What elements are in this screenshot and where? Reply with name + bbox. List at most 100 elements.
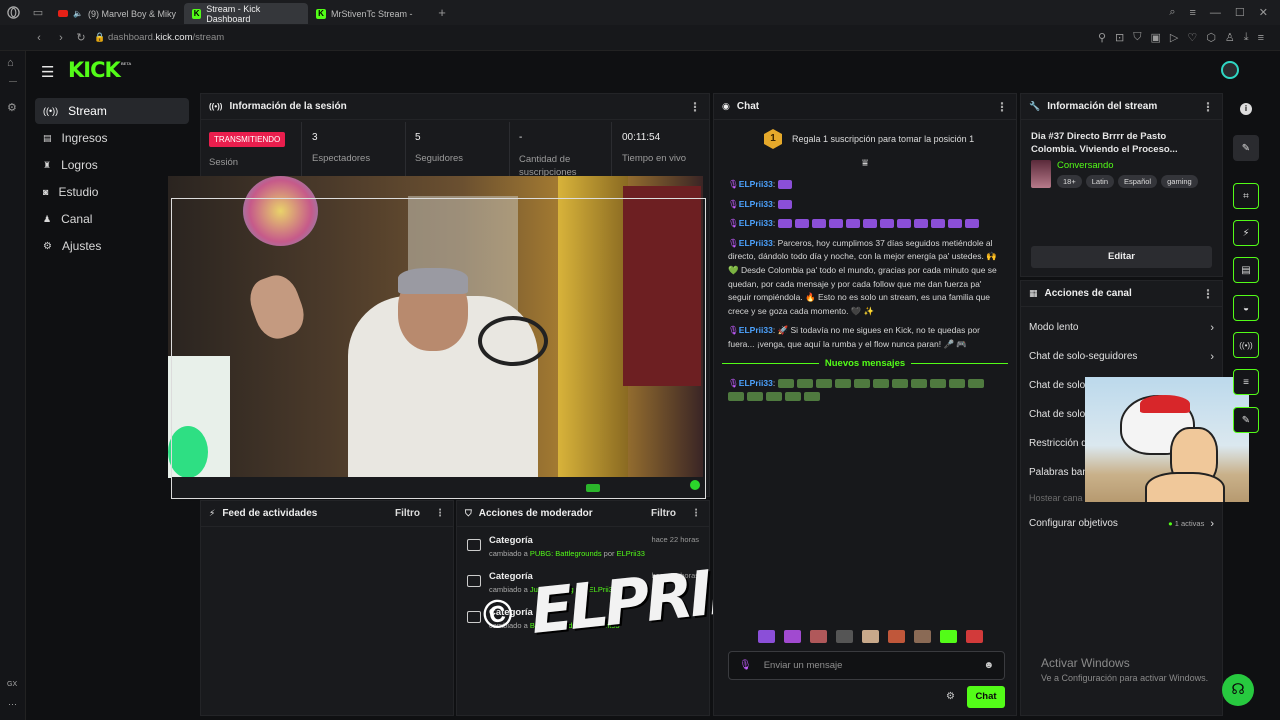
desc-by: por	[601, 549, 617, 558]
chat-message: 🎙ELPrii33:	[714, 377, 1016, 404]
user-icon[interactable]: ♙	[1225, 31, 1235, 44]
nav-logros[interactable]: ♜ Logros	[35, 152, 189, 178]
download-icon[interactable]: ⤓	[1244, 31, 1249, 44]
more-options-icon[interactable]: ⋮	[996, 100, 1008, 114]
tag-pill[interactable]: 18+	[1057, 175, 1082, 188]
category-link[interactable]: PUBG: Battlegrounds	[530, 549, 602, 558]
nav-canal[interactable]: ♟ Canal	[35, 206, 189, 232]
menu-icon[interactable]: ≡	[1258, 31, 1264, 44]
chat-username[interactable]: ELPrii33	[739, 199, 773, 209]
user-link[interactable]: ELPrii33	[617, 549, 645, 558]
support-chat-button[interactable]: ☊	[1222, 674, 1254, 706]
tab-menu-icon[interactable]: ≡	[1189, 6, 1195, 19]
more-options-icon[interactable]: ⋮	[689, 100, 701, 114]
preview-selection-frame	[171, 198, 706, 499]
chat-username[interactable]: ELPrii33	[739, 325, 773, 335]
shield-icon[interactable]: ⛉	[1133, 31, 1141, 44]
settings-icon[interactable]: ⚙	[7, 101, 17, 114]
forward-icon[interactable]: ›	[52, 32, 70, 44]
stat-label: Espectadores	[312, 153, 371, 164]
close-icon[interactable]: ✕	[1259, 6, 1268, 19]
more-options-icon[interactable]: ⋮	[1202, 100, 1214, 114]
pen-icon[interactable]: ✎	[1233, 407, 1259, 433]
collapse-icon[interactable]: ⩸	[714, 158, 1016, 174]
channel-icon: ♟	[43, 213, 52, 224]
chat-username[interactable]: ELPrii33	[739, 218, 773, 228]
nav-label: Canal	[61, 212, 93, 226]
emote	[834, 378, 851, 388]
document-icon[interactable]: ▤	[1233, 257, 1259, 283]
emote-button[interactable]	[940, 630, 957, 643]
chat-send-button[interactable]: Chat	[967, 686, 1005, 708]
broadcast-icon[interactable]: ((•))	[1233, 332, 1259, 358]
tag-pill[interactable]: Latin	[1085, 175, 1114, 188]
vpn-icon[interactable]: ▣	[1150, 31, 1160, 44]
nav-stream[interactable]: ((•)) Stream	[35, 98, 189, 124]
tag-pill[interactable]: Español	[1118, 175, 1158, 188]
more-options-icon[interactable]: ⋮	[435, 508, 445, 519]
chat-username[interactable]: ELPrii33	[739, 238, 773, 248]
emoji-icon[interactable]: ☻	[983, 660, 994, 671]
bolt-icon[interactable]: ⚡	[1233, 220, 1259, 246]
pin-icon[interactable]: ⚲	[1098, 31, 1106, 44]
emote-button[interactable]	[758, 630, 775, 643]
emote-button[interactable]	[836, 630, 853, 643]
chat-icon[interactable]: ◒	[1233, 295, 1259, 321]
profile-avatar[interactable]	[1221, 61, 1239, 79]
reload-icon[interactable]: ↻	[70, 31, 92, 44]
tab-mrstiventc[interactable]: K MrStivenTc Stream -	[308, 3, 433, 24]
workspace-icon[interactable]: ⌂	[7, 57, 14, 69]
mic-icon: 🎙	[728, 325, 739, 336]
action-followers-only[interactable]: Chat de solo-seguidores ›	[1021, 342, 1222, 371]
chat-panel: ◉ Chat ⋮ 1 Regala 1 suscripción para tom…	[713, 93, 1017, 716]
hamburger-menu-icon[interactable]: ☰	[41, 63, 54, 81]
emote-button[interactable]	[966, 630, 983, 643]
emote-button[interactable]	[888, 630, 905, 643]
heart-icon[interactable]: ♡	[1187, 31, 1197, 44]
opera-logo-icon[interactable]	[0, 6, 26, 19]
tag-pill[interactable]: gaming	[1161, 175, 1198, 188]
new-tab-button[interactable]: +	[433, 5, 451, 20]
category-link[interactable]: Conversando	[1057, 160, 1198, 171]
list-icon[interactable]: ≡	[1233, 369, 1259, 395]
url-text[interactable]: dashboard.kick.com/stream	[108, 32, 224, 43]
chat-username[interactable]: ELPrii33	[739, 378, 773, 388]
emote-button[interactable]	[914, 630, 931, 643]
more-options-icon[interactable]: ⋮	[691, 508, 701, 519]
sub-leaderboard-prompt[interactable]: 1 Regala 1 suscripción para tomar la pos…	[714, 120, 1016, 158]
filter-button[interactable]: Filtro	[395, 508, 420, 519]
emote-button[interactable]	[862, 630, 879, 643]
filter-button[interactable]: Filtro	[651, 508, 676, 519]
edit-stream-button[interactable]: Editar	[1031, 246, 1212, 268]
nav-ajustes[interactable]: ⚙ Ajustes	[35, 233, 189, 259]
chat-settings-icon[interactable]: ⚙	[946, 691, 955, 702]
category-thumbnail[interactable]	[1031, 160, 1051, 188]
info-icon[interactable]: i	[1240, 103, 1252, 115]
action-configure-goals[interactable]: Configurar objetivos ● 1 activas ›	[1021, 509, 1222, 538]
edit-icon[interactable]: ✎	[1233, 135, 1259, 161]
tab-kick-dashboard[interactable]: K Stream - Kick Dashboard	[183, 3, 308, 24]
minimize-icon[interactable]: —	[1210, 6, 1221, 19]
chat-username[interactable]: ELPrii33	[739, 179, 773, 189]
emote-button[interactable]	[784, 630, 801, 643]
action-slow-mode[interactable]: Modo lento ›	[1021, 313, 1222, 342]
chat-messages: 🎙ELPrii33: 🎙ELPrii33: 🎙ELPrii33: 🎙ELPrii…	[714, 174, 1016, 352]
chat-input[interactable]: 🎙 Enviar un mensaje ☻	[728, 651, 1005, 680]
clip-icon[interactable]: ⌗	[1233, 183, 1259, 209]
more-icon[interactable]: ···	[8, 699, 17, 709]
nav-estudio[interactable]: ◙ Estudio	[35, 179, 189, 205]
search-icon[interactable]: ⌕	[1169, 6, 1175, 19]
nav-ingresos[interactable]: ▤ Ingresos	[35, 125, 189, 151]
stat-subscriptions: - Cantidad de suscripciones	[511, 122, 612, 178]
snapshot-icon[interactable]: ⊡	[1115, 31, 1124, 44]
extensions-icon[interactable]: ⬡	[1206, 31, 1216, 44]
kick-logo[interactable]: KICK	[68, 58, 121, 82]
tab-island-icon[interactable]: ▭	[26, 6, 50, 19]
back-icon[interactable]: ‹	[26, 32, 52, 44]
preview-volume-indicator[interactable]	[586, 484, 600, 492]
maximize-icon[interactable]: ☐	[1235, 6, 1245, 19]
more-options-icon[interactable]: ⋮	[1202, 287, 1214, 301]
tab-youtube[interactable]: 🔈 (9) Marvel Boy & Miky	[50, 3, 184, 24]
emote-button[interactable]	[810, 630, 827, 643]
play-icon[interactable]: ▷	[1170, 31, 1178, 44]
